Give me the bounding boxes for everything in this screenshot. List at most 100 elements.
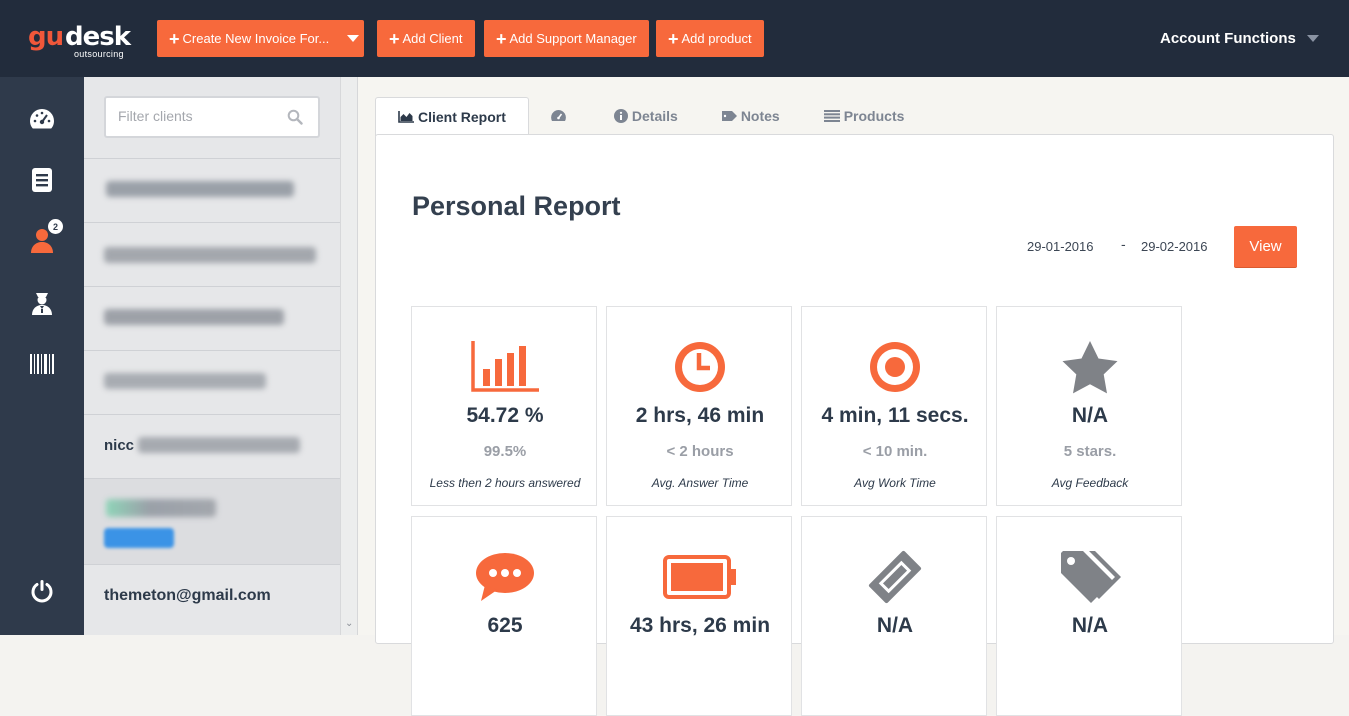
chevron-down-icon[interactable]: ⌄ — [345, 618, 353, 629]
info-icon — [613, 109, 628, 123]
add-client-label: Add Client — [402, 31, 463, 46]
stat-card-answered: 54.72 % 99.5% Less then 2 hours answered — [411, 306, 597, 506]
stat-value: 54.72 % — [466, 404, 544, 427]
redacted-client-name — [106, 181, 294, 197]
notification-badge: 2 — [48, 219, 63, 234]
tab-label: Notes — [740, 108, 780, 124]
chat-icon — [412, 547, 598, 607]
dashboard-icon — [551, 110, 566, 122]
stat-value: 2 hrs, 46 min — [635, 404, 765, 427]
client-list-item[interactable]: themeton@gmail.com — [84, 564, 340, 628]
plus-icon: + — [169, 28, 180, 49]
clock-icon — [607, 337, 793, 397]
client-list-panel: nicc themeton@gmail.com ⌄ — [84, 77, 358, 635]
logout-button[interactable] — [28, 577, 56, 605]
filter-clients-field[interactable] — [104, 96, 320, 138]
tab-label: Details — [631, 108, 678, 124]
stat-value: 625 — [487, 614, 523, 637]
stat-card-work-time: 4 min, 11 secs. < 10 min. Avg Work Time — [801, 306, 987, 506]
redacted-client-name — [104, 373, 266, 389]
logo-gu: gu — [28, 22, 64, 52]
stat-card-answer-time: 2 hrs, 46 min < 2 hours Avg. Answer Time — [606, 306, 792, 506]
sidebar-item-invoices[interactable] — [28, 166, 56, 194]
client-list-item[interactable]: nicc — [84, 414, 340, 478]
tab-details[interactable]: Details — [592, 97, 700, 135]
tag-icon — [721, 110, 737, 122]
redacted-client-name — [104, 309, 284, 325]
stat-card-messages: 625 — [411, 516, 597, 716]
tab-client-report[interactable]: Client Report — [375, 97, 529, 136]
sidebar-item-support-managers[interactable] — [28, 289, 56, 317]
stat-card-tickets: N/A — [801, 516, 987, 716]
report-panel: Personal Report 29-01-2016 - 29-02-2016 … — [375, 134, 1334, 716]
support-agent-icon — [32, 293, 52, 315]
tab-label: Client Report — [418, 109, 506, 125]
create-invoice-button[interactable]: + Create New Invoice For... — [157, 20, 364, 57]
plus-icon: + — [668, 28, 679, 49]
filter-clients-input[interactable] — [118, 108, 278, 124]
ticket-icon — [802, 547, 988, 607]
plus-icon: + — [496, 28, 507, 49]
tab-dashboard[interactable] — [529, 97, 592, 135]
main-content: Client Report Details Notes Products Per… — [358, 77, 1349, 716]
sidebar-item-products[interactable] — [28, 350, 56, 378]
stat-value: 4 min, 11 secs. — [821, 404, 969, 427]
add-product-label: Add product — [681, 31, 752, 46]
sidebar-item-clients[interactable]: 2 — [28, 219, 63, 255]
client-list-scrollbar[interactable]: ⌄ — [340, 77, 357, 635]
list-icon — [823, 110, 840, 122]
client-list: nicc themeton@gmail.com — [84, 158, 340, 628]
client-list-item[interactable] — [84, 222, 340, 286]
client-list-item-selected[interactable] — [84, 478, 340, 564]
account-functions-label: Account Functions — [1160, 30, 1296, 47]
stat-label: Less then 2 hours answered — [429, 476, 581, 490]
stat-card-tags: N/A — [996, 516, 1182, 716]
redacted-client-name — [104, 247, 316, 263]
stat-label: Avg. Answer Time — [651, 476, 749, 490]
view-button[interactable]: View — [1234, 226, 1297, 267]
stat-card-total-time: 43 hrs, 26 min — [606, 516, 792, 716]
tab-notes[interactable]: Notes — [700, 97, 802, 135]
client-name-partial: nicc — [104, 437, 135, 454]
chevron-down-icon — [347, 35, 360, 42]
add-support-manager-label: Add Support Manager — [509, 31, 637, 46]
stat-target: 5 stars. — [1063, 443, 1117, 460]
stat-target: < 2 hours — [666, 443, 734, 460]
stat-card-feedback: N/A 5 stars. Avg Feedback — [996, 306, 1182, 506]
account-functions-menu[interactable]: Account Functions — [1160, 30, 1319, 47]
add-product-button[interactable]: + Add product — [656, 20, 764, 57]
client-list-item[interactable] — [84, 286, 340, 350]
dashboard-icon — [30, 109, 54, 129]
plus-icon: + — [389, 28, 400, 49]
stat-label: Avg Feedback — [1051, 476, 1129, 490]
add-client-button[interactable]: + Add Client — [377, 20, 475, 57]
stat-value: 43 hrs, 26 min — [629, 614, 771, 637]
stat-target: < 10 min. — [862, 443, 928, 460]
logo-desk: desk — [65, 22, 131, 52]
stat-value: N/A — [876, 614, 914, 637]
bar-chart-icon — [412, 337, 598, 397]
client-list-item[interactable] — [84, 350, 340, 414]
redacted-client-name — [106, 499, 216, 517]
client-email: themeton@gmail.com — [104, 587, 271, 604]
date-to[interactable]: 29-02-2016 — [1141, 239, 1208, 254]
document-icon — [32, 168, 52, 192]
redacted-client-name — [138, 437, 300, 453]
target-icon — [802, 337, 988, 397]
app-logo[interactable]: gu desk outsourcing — [28, 22, 133, 62]
redacted-status-badge — [104, 528, 174, 548]
client-list-item[interactable] — [84, 158, 340, 222]
stat-value: N/A — [1071, 614, 1109, 637]
barcode-icon — [30, 354, 54, 374]
sidebar-item-dashboard[interactable] — [28, 105, 56, 133]
stat-label: Avg Work Time — [854, 476, 936, 490]
stat-target: 99.5% — [483, 443, 527, 460]
stat-value: N/A — [1071, 404, 1109, 427]
report-tabs: Client Report Details Notes Products — [375, 97, 927, 136]
date-from[interactable]: 29-01-2016 — [1027, 239, 1094, 254]
page-title: Personal Report — [412, 191, 621, 221]
search-icon[interactable] — [287, 109, 303, 125]
add-support-manager-button[interactable]: + Add Support Manager — [484, 20, 649, 57]
battery-icon — [607, 547, 793, 607]
tab-products[interactable]: Products — [802, 97, 927, 135]
